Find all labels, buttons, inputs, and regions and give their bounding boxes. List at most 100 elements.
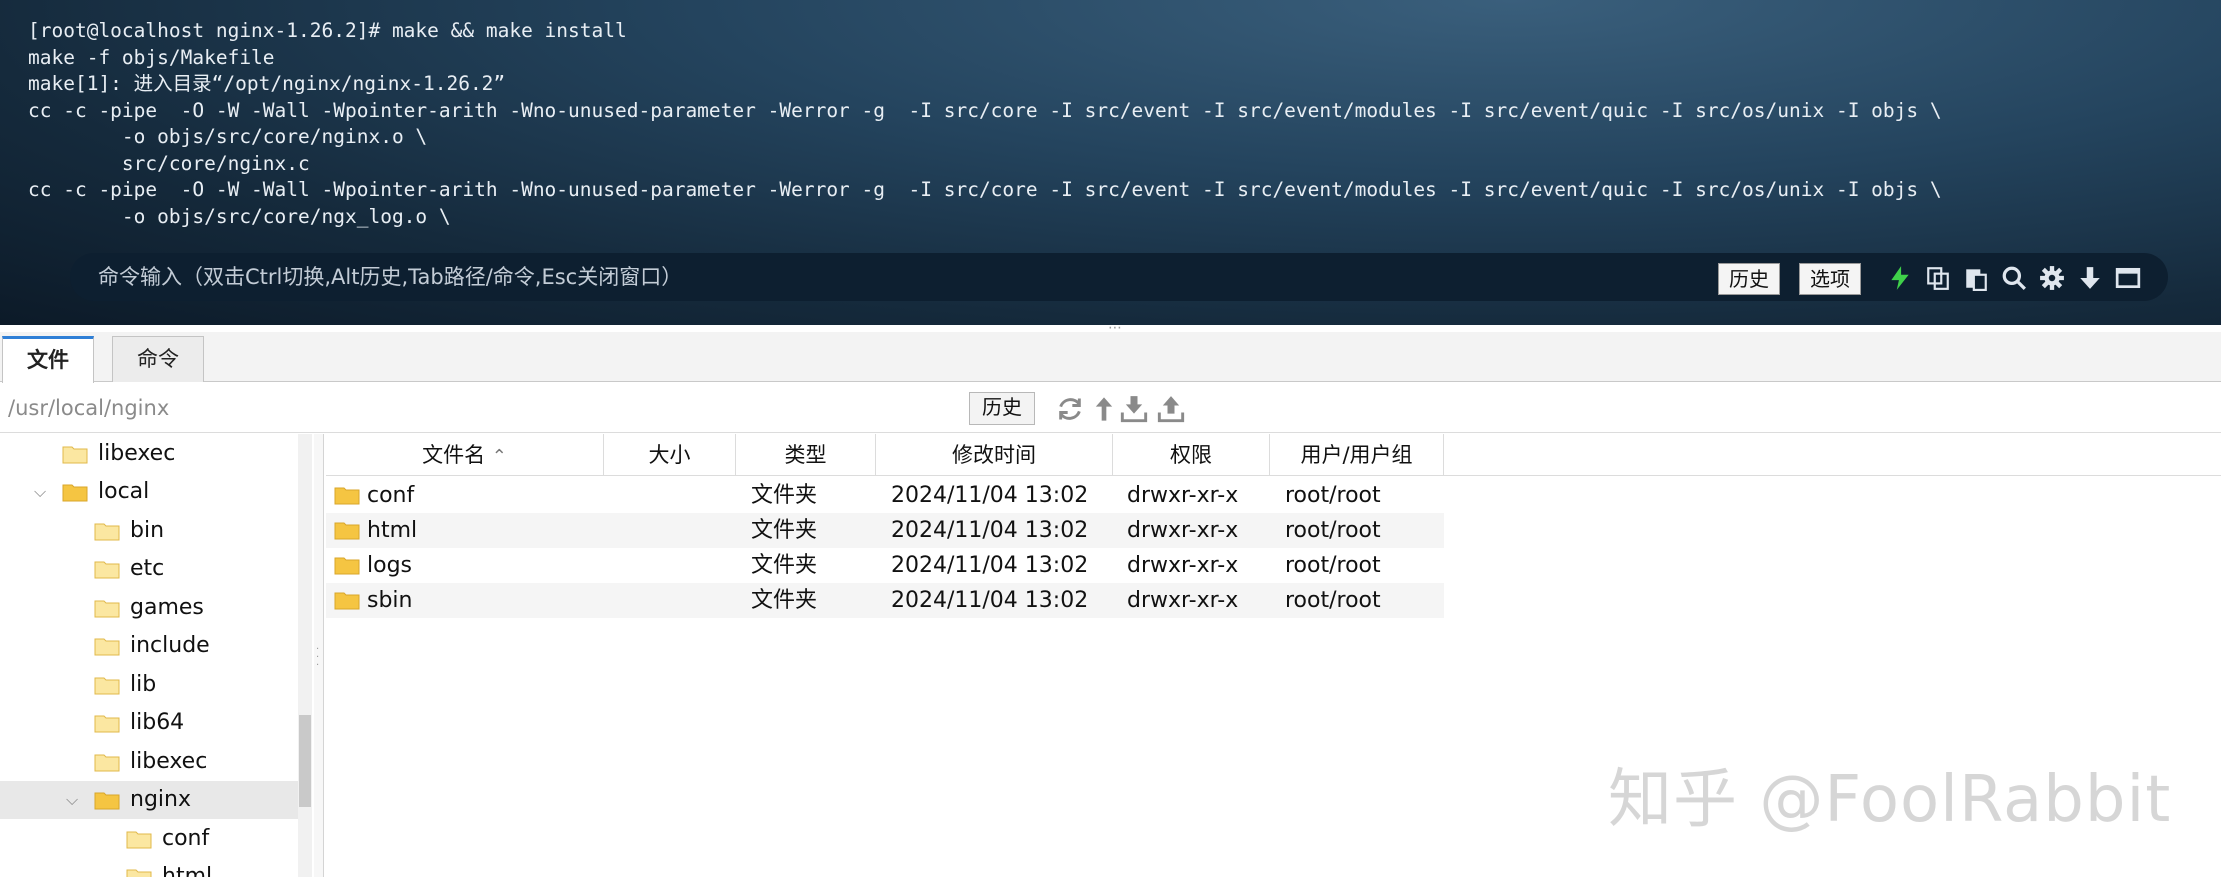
up-icon[interactable] [1090,395,1118,423]
terminal-line: -o objs/src/core/ngx_log.o \ [28,204,451,228]
terminal-panel[interactable]: [root@localhost nginx-1.26.2]# make && m… [0,0,2221,325]
terminal-line: make[1]: 进入目录“/opt/nginx/nginx-1.26.2” [28,72,506,95]
file-owner: root/root [1285,588,1381,613]
file-permission: drwxr-xr-x [1127,483,1239,508]
file-mtime: 2024/11/04 13:02 [891,483,1089,508]
tree-item-label: conf [162,826,210,851]
search-icon[interactable] [2000,264,2028,292]
tree-item-etc[interactable]: etc [0,550,298,588]
folder-icon [334,592,360,610]
window-icon[interactable] [2114,264,2142,292]
tree-item-label: games [130,595,204,620]
tree-item-label: bin [130,518,165,543]
file-permission: drwxr-xr-x [1127,553,1239,578]
column-header-size[interactable]: 大小 [604,434,736,476]
folder-icon [62,484,88,502]
tree-scrollbar[interactable] [298,434,312,877]
lightning-icon[interactable] [1886,264,1914,292]
tree-item-label: lib [130,672,157,697]
file-permission: drwxr-xr-x [1127,518,1239,543]
path-history-button[interactable]: 历史 [969,392,1035,425]
download-icon[interactable] [1120,395,1148,423]
terminal-line: -o objs/src/core/nginx.o \ [28,125,428,148]
column-header-permission[interactable]: 权限 [1113,434,1270,476]
file-owner: root/root [1285,518,1381,543]
tree-item-include[interactable]: include [0,627,298,665]
watermark: 知乎 @FoolRabbit [1608,763,2172,837]
column-header-mtime[interactable]: 修改时间 [876,434,1113,476]
tree-item-label: include [130,633,210,658]
folder-icon [94,600,120,618]
tree-item-games[interactable]: games [0,589,298,627]
copy-icon[interactable] [1924,264,1952,292]
terminal-line: src/core/nginx.c [28,151,310,175]
file-name: logs [367,553,412,578]
file-mtime: 2024/11/04 13:02 [891,518,1089,543]
path-bar: 历史 [0,383,2221,433]
file-name: conf [367,483,415,508]
sort-ascending-icon: ⌃ [491,446,507,467]
tree-item-label: local [98,479,150,504]
pane-splitter-grip[interactable]: · · · [316,645,322,671]
terminal-line: cc -c -pipe -O -W -Wall -Wpointer-arith … [28,178,1942,201]
tree-item-bin[interactable]: bin [0,512,298,550]
file-row[interactable]: conf 文件夹 2024/11/04 13:02 drwxr-xr-x roo… [326,478,1444,513]
column-header-name[interactable]: 文件名 ⌃ [326,434,604,476]
folder-icon [62,446,88,464]
folder-icon [126,869,152,877]
column-header-owner[interactable]: 用户/用户组 [1270,434,1444,476]
file-type: 文件夹 [751,483,818,508]
refresh-icon[interactable] [1056,395,1084,423]
tab-files[interactable]: 文件 [2,336,94,383]
file-row[interactable]: html 文件夹 2024/11/04 13:02 drwxr-xr-x roo… [326,513,1444,548]
command-history-button[interactable]: 历史 [1718,263,1780,295]
folder-icon [94,677,120,695]
chevron-down-icon[interactable]: ⌵ [34,473,54,511]
folder-icon [94,523,120,541]
terminal-line: make -f objs/Makefile [28,45,275,69]
file-name: sbin [367,588,413,613]
file-row[interactable]: sbin 文件夹 2024/11/04 13:02 drwxr-xr-x roo… [326,583,1444,618]
terminal-output: [root@localhost nginx-1.26.2]# make && m… [28,18,1942,230]
folder-icon [94,754,120,772]
tree-item-label: nginx [130,787,191,812]
command-bar: 历史 选项 [70,253,2168,301]
folder-icon [334,522,360,540]
path-input[interactable] [8,392,968,424]
tree-item-label: html [162,864,213,877]
file-owner: root/root [1285,483,1381,508]
terminal-line: cc -c -pipe -O -W -Wall -Wpointer-arith … [28,98,1942,122]
file-type: 文件夹 [751,588,818,613]
file-permission: drwxr-xr-x [1127,588,1239,613]
down-arrow-icon[interactable] [2076,264,2104,292]
tree-item-conf[interactable]: conf [0,820,298,858]
paste-icon[interactable] [1962,264,1990,292]
column-header-label: 文件名 [422,443,486,467]
gear-icon[interactable] [2038,264,2066,292]
file-mtime: 2024/11/04 13:02 [891,588,1089,613]
tree-item-lib64[interactable]: lib64 [0,704,298,742]
folder-icon [94,715,120,733]
tab-commands[interactable]: 命令 [112,336,204,382]
panel-splitter-handle[interactable]: ⋯ [1108,321,1130,335]
folder-icon [334,487,360,505]
command-options-button[interactable]: 选项 [1799,263,1861,295]
folder-icon [94,638,120,656]
directory-tree: libexec ⌵ local bin etc games include li… [0,434,298,877]
file-list-header: 文件名 ⌃ 大小 类型 修改时间 权限 用户/用户组 [326,434,2221,476]
tree-item-libexec[interactable]: libexec [0,435,298,473]
tree-scrollbar-thumb[interactable] [299,715,311,807]
tree-item-local[interactable]: ⌵ local [0,473,298,511]
tree-item-nginx[interactable]: ⌵ nginx [0,781,298,819]
folder-icon [94,561,120,579]
chevron-down-icon[interactable]: ⌵ [66,781,86,819]
tree-item-label: lib64 [130,710,185,735]
tree-item-lib[interactable]: lib [0,666,298,704]
column-header-type[interactable]: 类型 [736,434,876,476]
file-mtime: 2024/11/04 13:02 [891,553,1089,578]
tree-item-html[interactable]: html [0,858,298,877]
upload-icon[interactable] [1157,395,1185,423]
tree-item-libexec-2[interactable]: libexec [0,743,298,781]
file-row[interactable]: logs 文件夹 2024/11/04 13:02 drwxr-xr-x roo… [326,548,1444,583]
command-input[interactable] [98,253,1658,301]
